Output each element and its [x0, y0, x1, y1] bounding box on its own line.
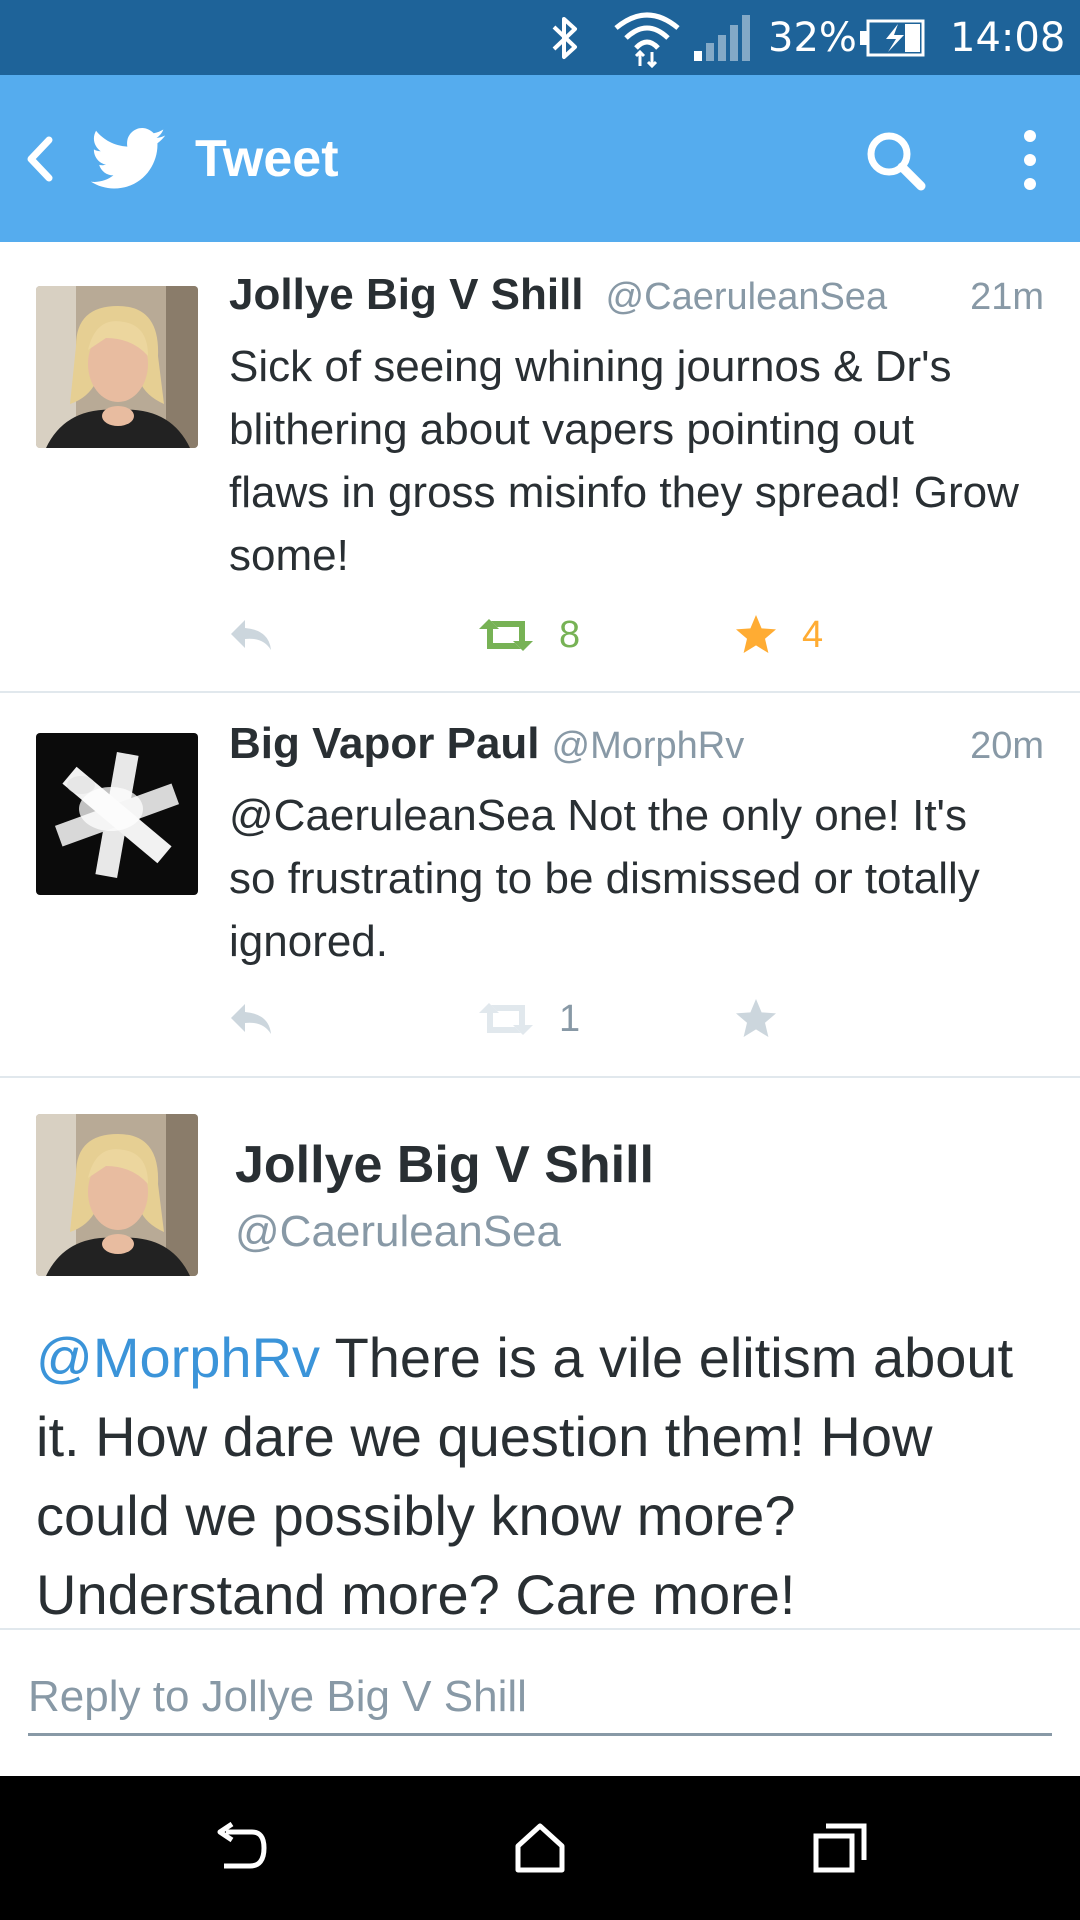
retweet-count: 8 — [559, 613, 581, 656]
favorite-count: 4 — [802, 613, 824, 656]
reply-bar — [0, 1628, 1080, 1776]
reply-button[interactable] — [229, 605, 273, 665]
nav-back-button[interactable] — [160, 1776, 320, 1920]
detail-tweet-text: @MorphRv There is a vile elitism about i… — [36, 1318, 1046, 1634]
home-icon — [515, 1823, 565, 1873]
nav-recents-button[interactable] — [760, 1776, 920, 1920]
retweet-count: 1 — [559, 997, 581, 1040]
timestamp: 21m — [970, 276, 1044, 318]
clock: 14:08 — [950, 14, 1066, 61]
recents-icon — [813, 1823, 867, 1873]
tweet-header: Jollye Big V Shill @CaeruleanSea 21m — [229, 270, 1044, 320]
detail-author-handle[interactable]: @CaeruleanSea — [235, 1207, 561, 1257]
avatar[interactable] — [36, 286, 198, 448]
bluetooth-icon — [548, 0, 582, 75]
author-handle[interactable]: @CaeruleanSea — [606, 276, 888, 319]
retweet-button[interactable]: 1 — [477, 989, 580, 1049]
star-icon — [736, 615, 776, 653]
timeline-tweet[interactable]: Big Vapor Paul @MorphRv 20m @CaeruleanSe… — [0, 693, 1080, 1078]
overflow-menu-icon — [1024, 130, 1036, 190]
app-title: Tweet — [195, 129, 339, 188]
tweet-text: Sick of seeing whining journos & Dr's bl… — [229, 342, 1019, 580]
tweet-text: @CaeruleanSea Not the only one! It's so … — [229, 791, 980, 966]
wifi-icon — [612, 0, 682, 75]
timeline-tweet[interactable]: Jollye Big V Shill @CaeruleanSea 21m Sic… — [0, 242, 1080, 693]
nav-back-icon — [217, 1822, 267, 1869]
app-bar: Tweet — [0, 75, 1080, 242]
detail-author-name[interactable]: Jollye Big V Shill — [235, 1135, 654, 1195]
retweet-icon — [479, 1003, 533, 1035]
author-name[interactable]: Big Vapor Paul — [229, 719, 540, 769]
timestamp: 20m — [970, 725, 1044, 767]
mention-link[interactable]: @MorphRv — [36, 1326, 320, 1389]
star-icon — [736, 999, 776, 1037]
signal-icon — [692, 0, 754, 75]
back-icon — [27, 136, 53, 181]
navigation-bar — [0, 1776, 1080, 1920]
reply-input[interactable] — [28, 1660, 1052, 1736]
author-name[interactable]: Jollye Big V Shill — [229, 270, 584, 320]
search-icon — [867, 132, 926, 191]
avatar[interactable] — [36, 733, 198, 895]
favorite-button[interactable]: 4 — [734, 605, 823, 665]
retweet-icon — [479, 619, 533, 651]
tweet-actions: 8 4 — [229, 605, 929, 665]
battery-charging-icon — [858, 0, 926, 75]
reply-icon — [231, 1004, 271, 1034]
reply-button[interactable] — [229, 989, 273, 1049]
retweet-button[interactable]: 8 — [477, 605, 580, 665]
author-handle[interactable]: @MorphRv — [552, 725, 745, 768]
nav-home-button[interactable] — [460, 1776, 620, 1920]
tweet-header: Big Vapor Paul @MorphRv 20m — [229, 719, 1044, 769]
twitter-bird-icon — [88, 75, 168, 242]
search-button[interactable] — [850, 115, 940, 205]
tweet-actions: 1 — [229, 989, 929, 1049]
detail-avatar[interactable] — [36, 1114, 198, 1276]
status-bar: 32% 14:08 — [0, 0, 1080, 75]
overflow-menu-button[interactable] — [990, 115, 1070, 205]
favorite-button[interactable] — [734, 989, 778, 1049]
back-button[interactable] — [0, 75, 80, 242]
battery-text: 32% — [768, 14, 857, 61]
reply-icon — [231, 620, 271, 650]
